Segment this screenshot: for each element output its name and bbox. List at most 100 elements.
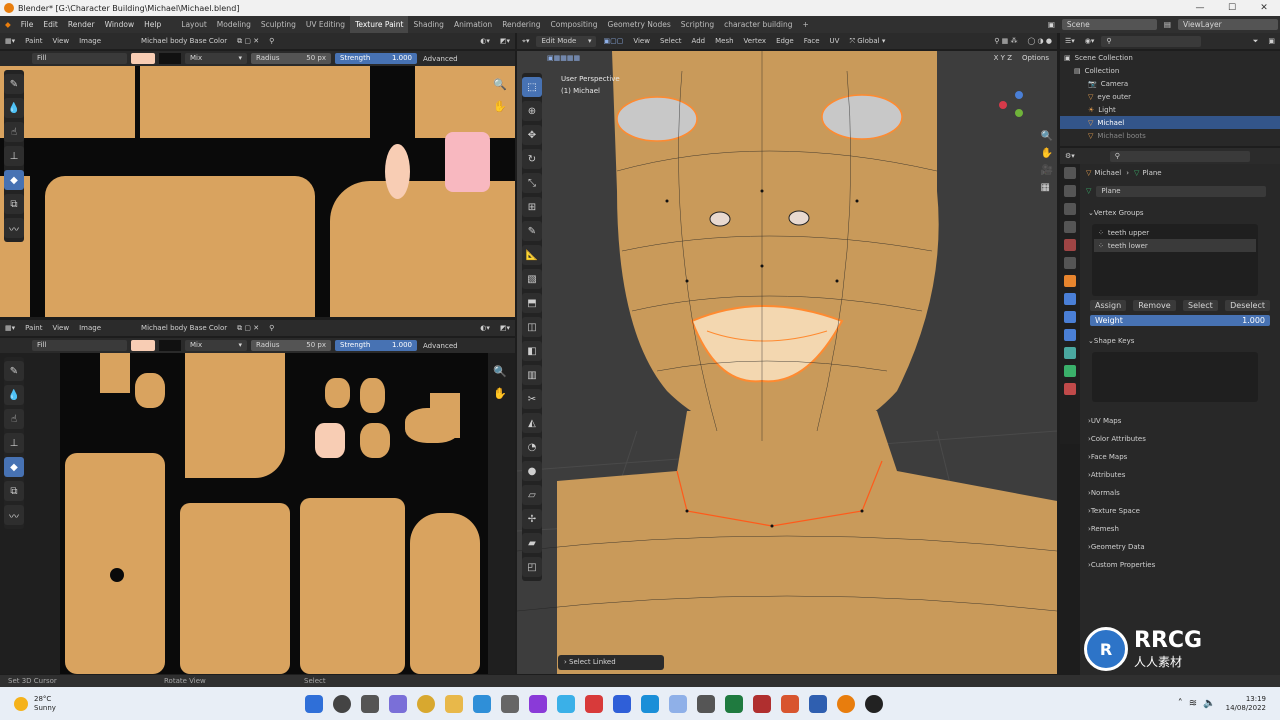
remesh-panel[interactable]: › Remesh bbox=[1080, 520, 1280, 538]
outliner-search-input[interactable]: ⚲ bbox=[1101, 35, 1202, 47]
pin-icon[interactable]: ⚲ bbox=[264, 37, 279, 45]
mode-dropdown[interactable]: Paint bbox=[20, 37, 47, 45]
menu-render[interactable]: Render bbox=[63, 20, 100, 29]
tab-texture-paint[interactable]: Texture Paint bbox=[350, 16, 409, 33]
tab-compositing[interactable]: Compositing bbox=[546, 16, 603, 33]
particles-tab-icon[interactable] bbox=[1064, 311, 1076, 323]
vertex-group-item[interactable]: ⁘ teeth lower bbox=[1094, 239, 1256, 252]
radius-field[interactable]: Radius 50 px bbox=[251, 340, 331, 351]
blender-menu-icon[interactable]: ◆ bbox=[0, 20, 16, 29]
photos-icon[interactable] bbox=[669, 694, 687, 713]
pan-hand-icon[interactable]: ✋ bbox=[493, 383, 507, 405]
material-tab-icon[interactable] bbox=[1064, 383, 1076, 395]
pen-app-icon[interactable] bbox=[501, 694, 519, 713]
menu-vertex[interactable]: Vertex bbox=[739, 37, 772, 45]
shear-icon[interactable]: ▰ bbox=[522, 533, 542, 553]
menu-view[interactable]: View bbox=[628, 37, 655, 45]
advanced-dropdown[interactable]: Advanced bbox=[423, 55, 458, 63]
object-tab-icon[interactable] bbox=[1064, 275, 1076, 287]
blend-mode-dropdown[interactable]: Mix ▾ bbox=[185, 340, 247, 351]
close-button[interactable]: ✕ bbox=[1248, 0, 1280, 16]
new-collection-icon[interactable]: ▣ bbox=[1263, 37, 1280, 45]
loop-cut-icon[interactable]: ▥ bbox=[522, 365, 542, 385]
attributes-panel[interactable]: › Attributes bbox=[1080, 466, 1280, 484]
brush-color-swatch[interactable] bbox=[131, 340, 155, 351]
fill-brush-icon[interactable]: ◆ bbox=[4, 170, 24, 190]
grid-toggle-icon[interactable]: ▦ bbox=[1041, 182, 1053, 193]
scale-icon[interactable]: ⤡ bbox=[522, 173, 542, 193]
scene-selector[interactable]: Scene bbox=[1061, 19, 1157, 30]
menu-face[interactable]: Face bbox=[799, 37, 825, 45]
view-layer-tab-icon[interactable] bbox=[1064, 221, 1076, 233]
remove-button[interactable]: Remove bbox=[1133, 300, 1176, 311]
data-tab-icon[interactable] bbox=[1064, 365, 1076, 377]
clone-brush-icon[interactable]: ⊥ bbox=[4, 146, 24, 166]
advanced-dropdown[interactable]: Advanced bbox=[423, 342, 458, 350]
image-menu[interactable]: Image bbox=[74, 37, 106, 45]
image-buttons-icon[interactable]: ⧉ ▢ ✕ bbox=[232, 37, 264, 46]
search-icon[interactable] bbox=[333, 694, 351, 713]
image-menu[interactable]: Image bbox=[74, 324, 106, 332]
strength-field[interactable]: Strength 1.000 bbox=[335, 340, 417, 351]
snap-icon[interactable]: ⚲ ▦ ⁂ bbox=[989, 37, 1022, 45]
teams-icon[interactable] bbox=[613, 694, 631, 713]
fill-mode-field[interactable]: Fill bbox=[32, 340, 127, 351]
mask-brush-icon[interactable]: ⧉ bbox=[4, 481, 24, 501]
weather-widget[interactable]: 28°C Sunny bbox=[0, 695, 300, 713]
tab-character-building[interactable]: character building bbox=[719, 16, 797, 33]
image-buttons-icon[interactable]: ⧉ ▢ ✕ bbox=[232, 324, 264, 333]
tab-sculpting[interactable]: Sculpting bbox=[256, 16, 301, 33]
geometry-data-panel[interactable]: › Geometry Data bbox=[1080, 538, 1280, 556]
inset-icon[interactable]: ◫ bbox=[522, 317, 542, 337]
cloud-app-icon[interactable] bbox=[557, 694, 575, 713]
texture-space-panel[interactable]: › Texture Space bbox=[1080, 502, 1280, 520]
select-box-icon[interactable]: ⬚ bbox=[522, 77, 542, 97]
rip-icon[interactable]: ◰ bbox=[522, 557, 542, 577]
output-tab-icon[interactable] bbox=[1064, 203, 1076, 215]
select-mode-icons[interactable]: ▣▢▢ bbox=[598, 37, 628, 45]
menu-window[interactable]: Window bbox=[100, 20, 140, 29]
wifi-icon[interactable]: ≋ bbox=[1189, 698, 1197, 709]
menu-add[interactable]: Add bbox=[687, 37, 711, 45]
excel-icon[interactable] bbox=[725, 694, 743, 713]
annotate-icon[interactable]: 〰 bbox=[4, 505, 24, 525]
annotate-icon[interactable]: ✎ bbox=[522, 221, 542, 241]
zoom-icon[interactable]: 🔍 bbox=[1041, 131, 1053, 142]
tab-uv-editing[interactable]: UV Editing bbox=[301, 16, 350, 33]
shape-keys-panel-header[interactable]: ⌄ Shape Keys bbox=[1080, 332, 1280, 350]
vertex-group-item[interactable]: ⁘ teeth upper bbox=[1094, 226, 1256, 239]
chevron-up-icon[interactable]: ˄ bbox=[1178, 698, 1183, 709]
zoom-icon[interactable]: 🔍 bbox=[493, 74, 507, 96]
poly-build-icon[interactable]: ◭ bbox=[522, 413, 542, 433]
smooth-icon[interactable]: ● bbox=[522, 461, 542, 481]
uv-maps-panel[interactable]: › UV Maps bbox=[1080, 412, 1280, 430]
editor-type-icon[interactable]: ▦▾ bbox=[0, 37, 20, 45]
fill-brush-icon[interactable]: ◆ bbox=[4, 457, 24, 477]
blend-mode-dropdown[interactable]: Mix ▾ bbox=[185, 53, 247, 64]
transform-icon[interactable]: ⊞ bbox=[522, 197, 542, 217]
outliner-row-collection[interactable]: ▤ Collection bbox=[1060, 64, 1280, 77]
soften-brush-icon[interactable]: 💧 bbox=[4, 98, 24, 118]
filter-icon[interactable]: ⏷ bbox=[1248, 37, 1264, 46]
tab-layout[interactable]: Layout bbox=[176, 16, 212, 33]
knife-icon[interactable]: ✂ bbox=[522, 389, 542, 409]
add-cube-icon[interactable]: ▧ bbox=[522, 269, 542, 289]
edge-slide-icon[interactable]: ▱ bbox=[522, 485, 542, 505]
bevel-icon[interactable]: ◧ bbox=[522, 341, 542, 361]
mode-dropdown[interactable]: Edit Mode ▾ bbox=[536, 35, 597, 47]
start-icon[interactable] bbox=[305, 694, 323, 713]
navigation-gizmo[interactable] bbox=[999, 91, 1039, 131]
secondary-color-swatch[interactable] bbox=[159, 340, 181, 351]
tab-shading[interactable]: Shading bbox=[408, 16, 448, 33]
modifier-tab-icon[interactable] bbox=[1064, 293, 1076, 305]
pin-icon[interactable]: ⚲ bbox=[264, 324, 279, 332]
blender-icon[interactable] bbox=[837, 694, 855, 713]
radius-field[interactable]: Radius 50 px bbox=[251, 53, 331, 64]
powerpoint-icon[interactable] bbox=[781, 694, 799, 713]
deselect-button[interactable]: Deselect bbox=[1225, 300, 1270, 311]
word-icon[interactable] bbox=[809, 694, 827, 713]
menu-uv[interactable]: UV bbox=[825, 37, 845, 45]
tab-rendering[interactable]: Rendering bbox=[497, 16, 545, 33]
secondary-color-swatch[interactable] bbox=[159, 53, 181, 64]
menu-mesh[interactable]: Mesh bbox=[710, 37, 738, 45]
